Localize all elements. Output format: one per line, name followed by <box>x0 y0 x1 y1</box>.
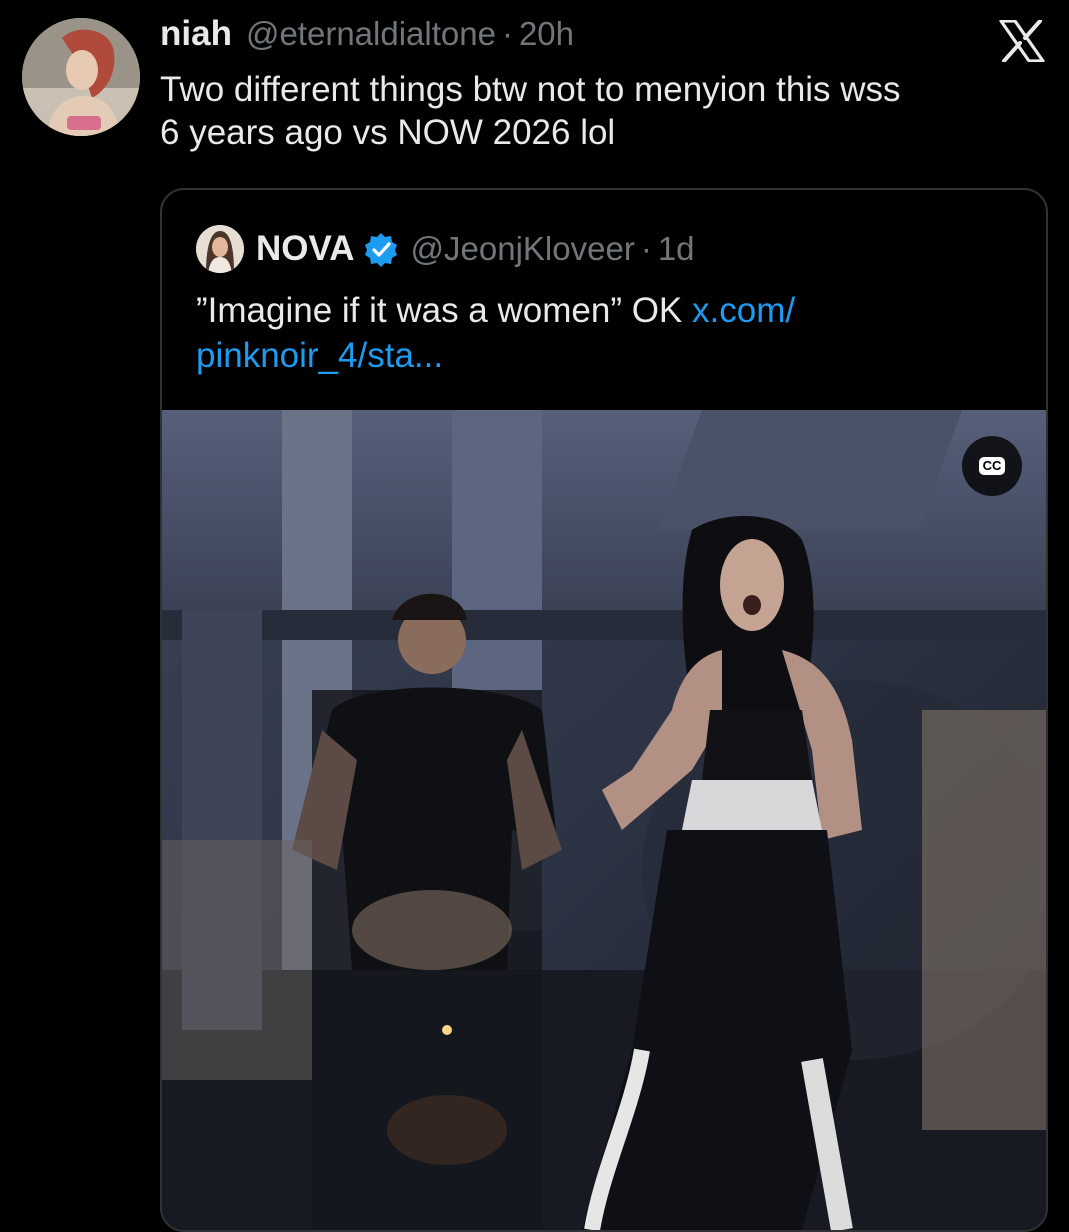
author-handle[interactable]: @eternaldialtone <box>246 15 496 53</box>
author-avatar[interactable] <box>22 18 140 136</box>
quoted-tweet-header: NOVA @JeonjKloveer · 1d <box>196 224 695 274</box>
tweet-text-line: Two different things btw not to menyion … <box>160 70 901 109</box>
quoted-tweet-link[interactable]: x.com/ <box>692 291 795 330</box>
tweet-text-line: 6 years ago vs NOW 2026 lol <box>160 113 616 152</box>
x-logo-icon <box>999 19 1045 63</box>
quoted-tweet[interactable]: NOVA @JeonjKloveer · 1d ”Imagine if it w… <box>160 188 1048 1232</box>
closed-captions-button[interactable]: CC <box>962 436 1022 496</box>
meta-separator: · <box>640 230 652 267</box>
video-player[interactable]: CC <box>162 410 1046 1230</box>
quoted-tweet-link-continued[interactable]: pinknoir_4/sta... <box>196 336 443 375</box>
closed-captions-icon: CC <box>978 457 1006 475</box>
video-frame <box>162 410 1046 1230</box>
quoted-tweet-timestamp[interactable]: 1d <box>658 230 695 268</box>
quoted-tweet-text: ”Imagine if it was a women” OK x.com/pin… <box>196 288 1016 378</box>
quoted-author-handle[interactable]: @JeonjKloveer <box>411 230 635 268</box>
verified-badge-icon <box>364 233 397 267</box>
quoted-author-avatar[interactable] <box>196 225 244 273</box>
author-display-name[interactable]: niah <box>160 14 232 54</box>
tweet[interactable]: niah @eternaldialtone · 20h Two differen… <box>0 0 1069 1232</box>
tweet-timestamp[interactable]: 20h <box>519 15 574 53</box>
tweet-text: Two different things btw not to menyion … <box>160 68 1050 154</box>
quoted-tweet-text-body: ”Imagine if it was a women” OK <box>196 291 692 330</box>
tweet-header: niah @eternaldialtone · 20h <box>160 14 574 64</box>
quoted-author-display-name[interactable]: NOVA <box>256 229 355 269</box>
meta-separator: · <box>501 15 513 52</box>
